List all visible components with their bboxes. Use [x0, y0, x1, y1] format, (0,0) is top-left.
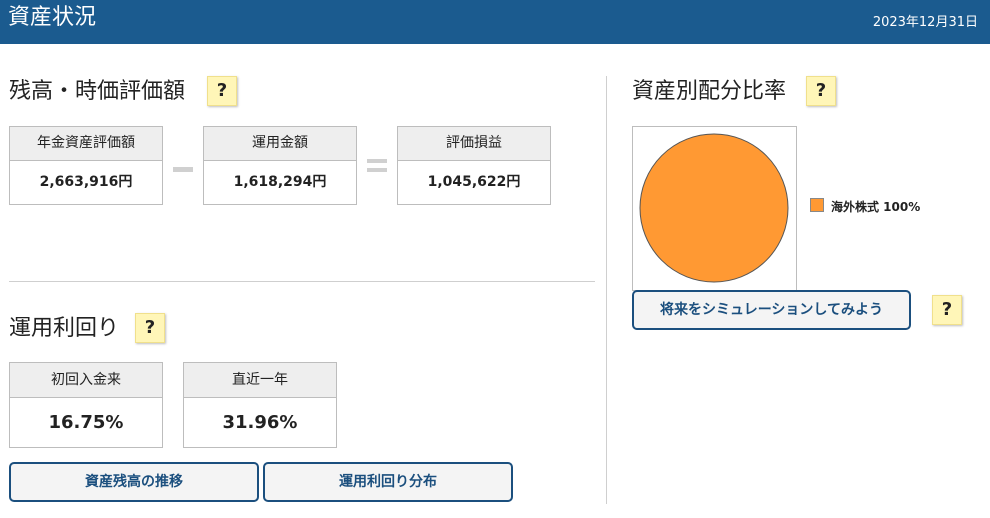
card-label: 年金資産評価額 [10, 127, 162, 161]
card-value: 16.75% [48, 412, 124, 433]
legend-swatch [810, 198, 824, 212]
balance-section-title: 残高・時価評価額 [9, 79, 186, 104]
card-label: 運用金額 [204, 127, 356, 161]
card-label: 初回入金来 [10, 363, 162, 398]
invested-amount-card: 運用金額 1,618,294円 [203, 126, 357, 205]
allocation-section-title: 資産別配分比率 [632, 79, 787, 104]
section-divider [9, 281, 595, 282]
page-title: 資産状況 [8, 5, 97, 30]
equals-operator-top [367, 159, 387, 163]
card-value: 31.96% [222, 412, 298, 433]
allocation-pie-chart [639, 133, 789, 283]
page-header: 資産状況 2023年12月31日 [0, 0, 990, 44]
legend-label: 海外株式 100% [831, 200, 921, 214]
allocation-help-button[interactable]: ? [806, 76, 836, 106]
card-value: 1,618,294円 [233, 174, 327, 190]
since-inception-card: 初回入金来 16.75% [9, 362, 163, 448]
simulate-help-button[interactable]: ? [932, 295, 962, 325]
balance-help-button[interactable]: ? [207, 76, 237, 106]
pension-asset-card: 年金資産評価額 2,663,916円 [9, 126, 163, 205]
as-of-date: 2023年12月31日 [872, 15, 978, 30]
yield-help-button[interactable]: ? [135, 313, 165, 343]
minus-operator [173, 167, 193, 172]
unrealized-gain-card: 評価損益 1,045,622円 [397, 126, 551, 205]
asset-history-button[interactable]: 資産残高の推移 [9, 462, 259, 502]
yield-section-title: 運用利回り [9, 316, 120, 341]
column-divider [606, 76, 607, 504]
equals-operator-bottom [367, 168, 387, 172]
card-value: 2,663,916円 [39, 174, 133, 190]
card-label: 直近一年 [184, 363, 336, 398]
pie-slice [639, 133, 789, 283]
allocation-chart-frame [632, 126, 797, 291]
yield-distribution-button[interactable]: 運用利回り分布 [263, 462, 513, 502]
last-year-card: 直近一年 31.96% [183, 362, 337, 448]
card-value: 1,045,622円 [427, 174, 521, 190]
card-label: 評価損益 [398, 127, 550, 161]
simulate-future-button[interactable]: 将来をシミュレーションしてみよう [632, 290, 911, 330]
